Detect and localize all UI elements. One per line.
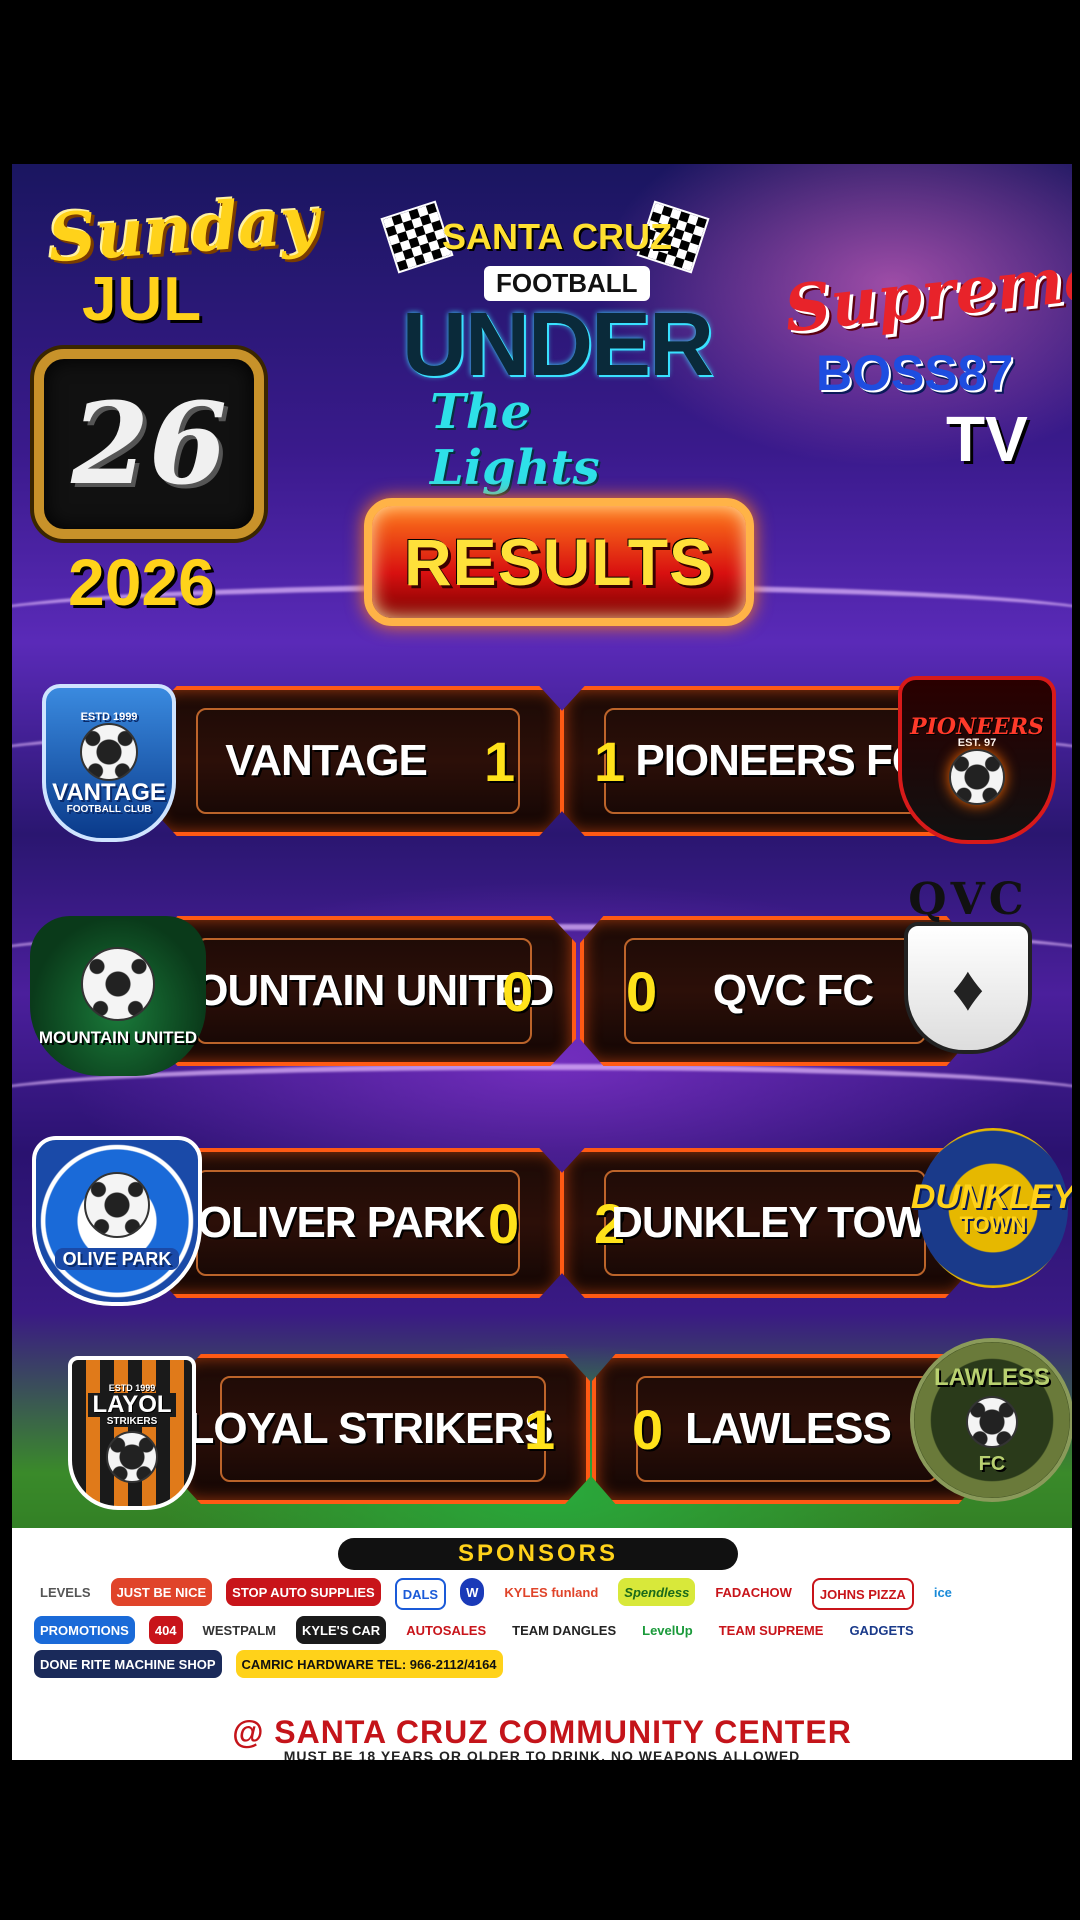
qvc-crest: QVC ♦ — [888, 876, 1048, 1056]
brand-line-1: Supreme — [780, 239, 1072, 348]
crest-text: DUNKLEY — [910, 1178, 1072, 1216]
soccer-ball-icon — [949, 748, 1005, 805]
event-day: Sunday — [45, 180, 322, 278]
home-team-panel: OLIVER PARK 0 — [152, 1148, 564, 1298]
sponsors-section: SPONSORS LEVELS JUST BE NICE STOP AUTO S… — [12, 1528, 1072, 1760]
event-date: 26 — [71, 378, 227, 510]
sponsor-logo: FADACHOW — [715, 1584, 792, 1600]
venue-text: @ SANTA CRUZ COMMUNITY CENTER — [232, 1714, 852, 1750]
event-year: 2026 — [68, 545, 215, 619]
home-team-panel: MOUNTAIN UNITED 0 — [152, 916, 576, 1066]
light-band — [12, 1064, 1072, 1130]
home-team-name: OLIVER PARK — [197, 1198, 485, 1247]
results-label: RESULTS — [403, 525, 715, 599]
sponsor-logo: LevelUp — [642, 1622, 693, 1638]
home-score: 1 — [484, 729, 516, 793]
sponsor-logo: Spendless — [618, 1578, 696, 1606]
soccer-ball-icon — [80, 722, 138, 781]
away-team-name: LAWLESS — [685, 1404, 892, 1453]
soccer-ball-icon — [84, 1172, 150, 1238]
sponsor-logo: AUTOSALES — [406, 1622, 487, 1638]
crest-text: EST. 97 — [957, 736, 997, 749]
soccer-ball-icon — [966, 1396, 1018, 1448]
logo-line-3: UNDER — [402, 295, 714, 395]
crest-text: LAWLESS — [933, 1364, 1050, 1391]
sponsor-logo: W — [460, 1578, 485, 1606]
crest-text: FC — [978, 1453, 1006, 1475]
sponsor-logo: PROMOTIONS — [34, 1616, 135, 1644]
sponsor-logo: CAMRIC HARDWARE TEL: 966-2112/4164 — [235, 1650, 503, 1678]
crest-text: ESTD 1999 — [80, 710, 138, 723]
eagle-icon: ♦ — [904, 922, 1032, 1054]
event-poster: Sunday JUL 26 2026 SANTA CRUZ FOOTBALL U… — [12, 164, 1072, 1760]
sponsor-logos: LEVELS JUST BE NICE STOP AUTO SUPPLIES D… — [34, 1578, 1044, 1678]
away-team-panel: 2 DUNKLEY TOWN — [560, 1148, 970, 1298]
pioneers-crest: PIONEERS EST. 97 — [898, 676, 1056, 844]
away-team-name: PIONEERS FC — [635, 736, 923, 785]
event-date-badge: 26 — [34, 349, 264, 539]
away-score: 1 — [594, 729, 626, 793]
sponsor-logo: TEAM DANGLES — [512, 1622, 617, 1638]
crest-text: VANTAGE — [52, 778, 166, 806]
sponsor-logo: GADGETS — [849, 1622, 914, 1638]
sponsor-logo: STOP AUTO SUPPLIES — [226, 1578, 381, 1606]
home-team-name: LOYAL STRIKERS — [187, 1404, 554, 1453]
crest-text: FOOTBALL CLUB — [66, 803, 152, 815]
sponsor-logo: KYLE'S CAR — [295, 1616, 387, 1644]
sponsor-logo: 404 — [148, 1616, 183, 1644]
away-score: 0 — [632, 1397, 664, 1461]
sponsor-logo: JOHNS PIZZA — [811, 1578, 914, 1610]
lawless-crest: LAWLESS FC — [910, 1338, 1072, 1502]
soccer-ball-icon — [81, 946, 155, 1021]
home-team-name: VANTAGE — [225, 736, 428, 785]
layol-strikers-crest: ESTD 1999 LAYOL STRIKERS — [68, 1356, 196, 1510]
crest-text: QVC — [908, 874, 1028, 925]
sponsor-logo: DONE RITE MACHINE SHOP — [34, 1650, 222, 1678]
sponsor-logo: LEVELS — [40, 1584, 91, 1600]
away-team-name: QVC FC — [712, 966, 874, 1015]
brand-line-3: TV — [946, 403, 1028, 475]
home-team-panel: LOYAL STRIKERS 1 — [176, 1354, 590, 1504]
crest-text: OLIVE PARK — [54, 1248, 180, 1270]
mountain-united-crest: MOUNTAIN UNITED — [30, 916, 206, 1076]
crest-text: MOUNTAIN UNITED — [38, 1027, 198, 1047]
logo-line-4: The Lights — [430, 384, 600, 496]
sponsor-logo: KYLES funland — [504, 1584, 599, 1600]
home-score: 0 — [488, 1191, 520, 1255]
home-team-name: MOUNTAIN UNITED — [158, 966, 555, 1015]
under-the-lights-logo: SANTA CRUZ FOOTBALL UNDER The Lights — [380, 194, 714, 496]
vantage-crest: ESTD 1999 VANTAGE FOOTBALL CLUB — [42, 684, 176, 842]
crest-text: LAYOL — [88, 1392, 176, 1417]
home-score: 0 — [502, 959, 534, 1023]
away-score: 0 — [626, 959, 658, 1023]
away-team-name: DUNKLEY TOWN — [611, 1198, 958, 1247]
sponsor-logo: TEAM SUPREME — [718, 1622, 824, 1638]
notice-text: MUST BE 18 YEARS OR OLDER TO DRINK. NO W… — [283, 1748, 801, 1760]
event-month: JUL — [82, 265, 203, 334]
crest-text: PIONEERS — [910, 713, 1044, 740]
brand-line-2: BOSS87 — [816, 345, 1014, 401]
sponsors-title: SPONSORS — [457, 1540, 619, 1567]
sponsor-logo: WESTPALM — [202, 1622, 276, 1638]
soccer-ball-icon — [106, 1430, 158, 1483]
home-score: 1 — [524, 1397, 556, 1461]
olive-park-crest: OLIVE PARK — [32, 1136, 202, 1306]
crest-text: TOWN — [959, 1212, 1027, 1237]
sponsor-logo: JUST BE NICE — [110, 1578, 213, 1606]
results-banner: RESULTS — [364, 498, 754, 626]
crest-text: STRIKERS — [102, 1416, 162, 1427]
sponsor-logo: ice — [933, 1584, 952, 1600]
dunkley-town-crest: DUNKLEY TOWN — [911, 1128, 1072, 1288]
sponsor-logo: DALS — [394, 1578, 447, 1610]
home-team-panel: VANTAGE 1 — [152, 686, 564, 836]
logo-line-1: SANTA CRUZ — [442, 216, 672, 257]
sponsors-title-bar: SPONSORS — [338, 1538, 738, 1570]
